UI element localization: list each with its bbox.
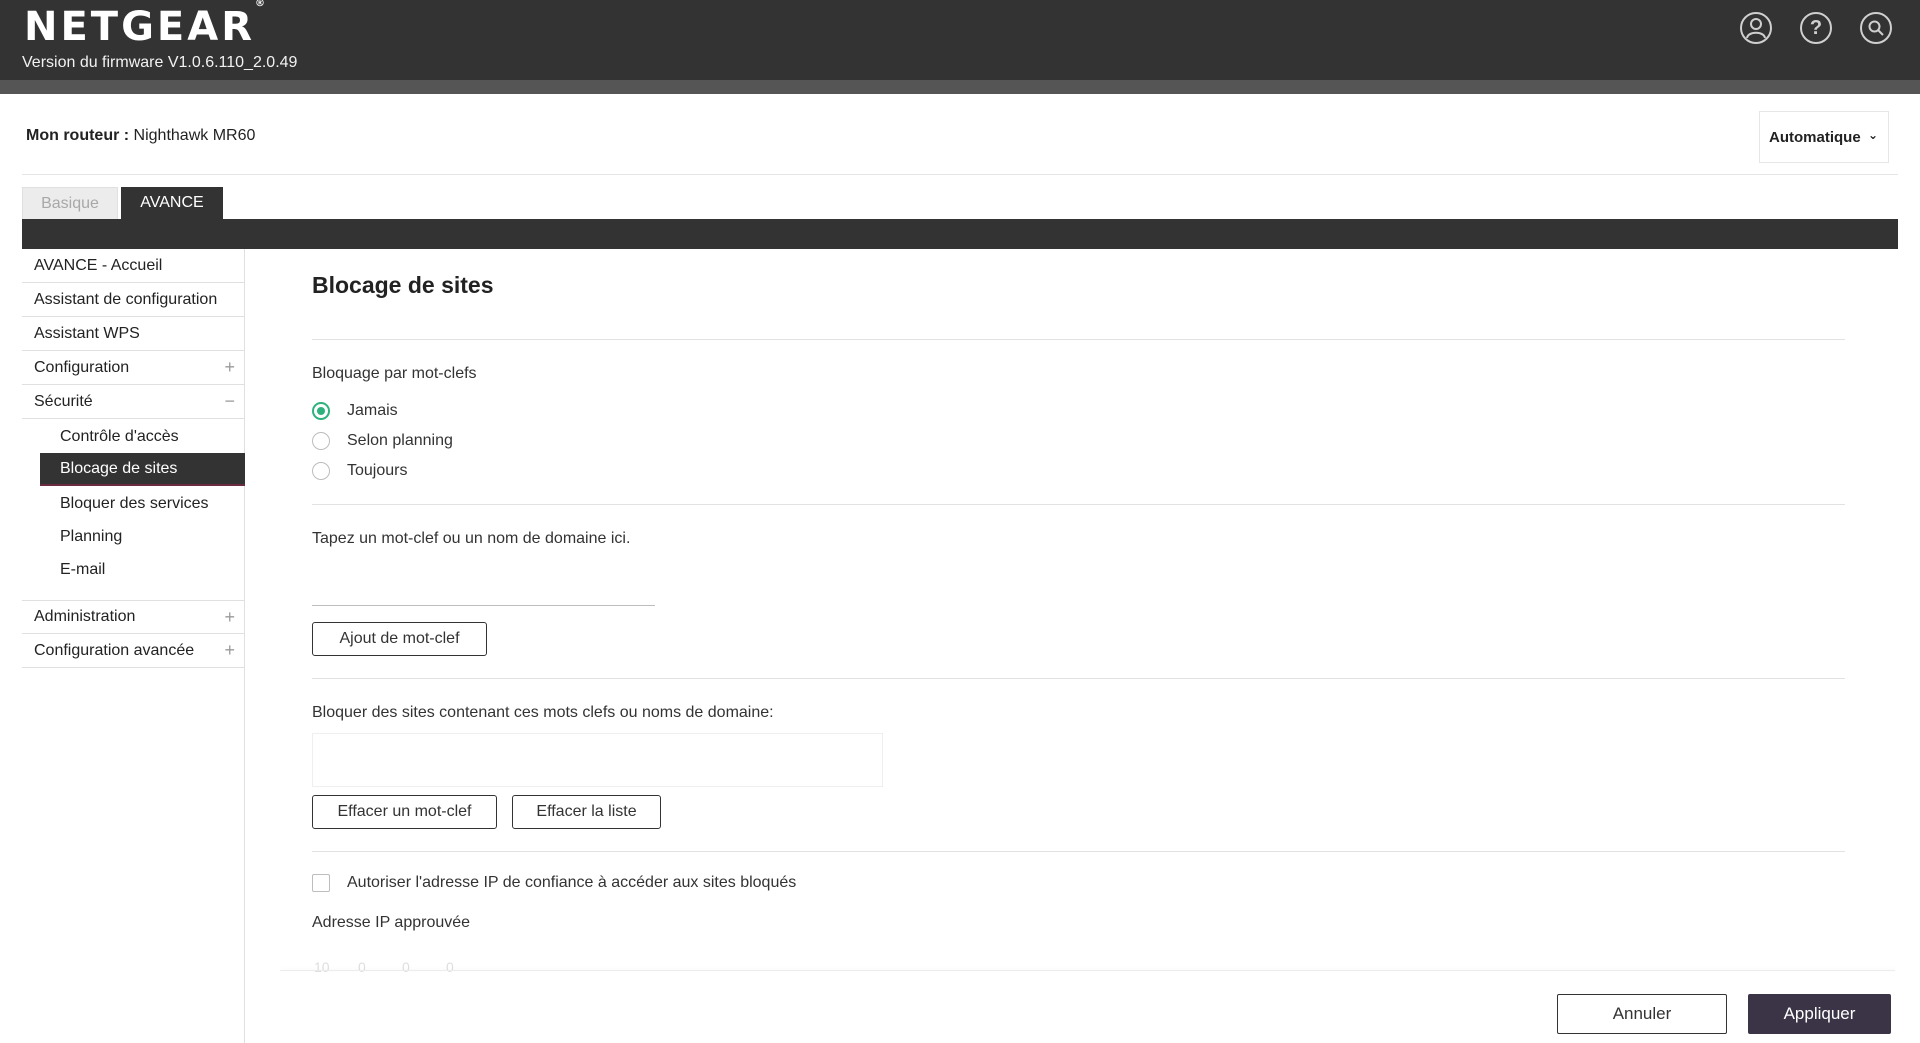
divider bbox=[312, 678, 1845, 679]
sidebar-item-avance-accueil[interactable]: AVANCE - Accueil bbox=[22, 249, 245, 283]
router-label: Mon routeur : bbox=[26, 127, 130, 144]
language-selected: Automatique bbox=[1769, 128, 1861, 146]
clear-list-button[interactable]: Effacer la liste bbox=[512, 795, 661, 829]
sidebar-subitem-planning[interactable]: Planning bbox=[40, 520, 245, 553]
tab-avance[interactable]: AVANCE bbox=[121, 187, 223, 219]
expand-icon[interactable]: + bbox=[224, 640, 235, 661]
sidebar-item-label: Configuration bbox=[34, 358, 130, 376]
footer-divider bbox=[280, 970, 1895, 971]
sidebar-item-label: Administration bbox=[34, 608, 136, 625]
add-keyword-button[interactable]: Ajout de mot-clef bbox=[312, 622, 487, 656]
radio-button-checked[interactable] bbox=[312, 402, 330, 420]
sidebar-subitem-controle-acces[interactable]: Contrôle d'accès bbox=[40, 420, 245, 453]
sidebar-subitem-bloquer-services[interactable]: Bloquer des services bbox=[40, 487, 245, 520]
ip-octet-3[interactable] bbox=[402, 959, 420, 975]
sidebar-item-configuration-avancee[interactable]: Configuration avancée + bbox=[22, 634, 245, 668]
divider bbox=[312, 851, 1845, 852]
radio-label: Selon planning bbox=[347, 432, 453, 449]
sidebar-item-label: Assistant de configuration bbox=[34, 290, 218, 308]
firmware-version: Version du firmware V1.0.6.110_2.0.49 bbox=[22, 54, 298, 71]
sidebar-item-label: Planning bbox=[60, 527, 123, 545]
sidebar-item-label: E-mail bbox=[60, 560, 106, 578]
keyword-prompt: Tapez un mot-clef ou un nom de domaine i… bbox=[312, 530, 631, 547]
radio-label: Jamais bbox=[347, 402, 398, 419]
sidebar-item-label: Blocage de sites bbox=[60, 459, 178, 477]
sidebar-item-securite[interactable]: Sécurité − bbox=[22, 385, 245, 419]
blocked-keywords-list[interactable] bbox=[312, 733, 883, 787]
expand-icon[interactable]: + bbox=[224, 357, 235, 378]
language-select[interactable]: Automatique ⌄ bbox=[1759, 111, 1889, 163]
sidebar-item-configuration[interactable]: Configuration + bbox=[22, 351, 245, 385]
tab-bar bbox=[22, 219, 1898, 249]
magnifier-glyph bbox=[1868, 20, 1884, 36]
delete-keyword-button[interactable]: Effacer un mot-clef bbox=[312, 795, 497, 829]
help-icon[interactable]: ? bbox=[1800, 12, 1832, 44]
expand-icon[interactable]: + bbox=[224, 607, 235, 628]
tab-basique[interactable]: Basique bbox=[22, 187, 118, 219]
radio-jamais[interactable]: Jamais bbox=[312, 400, 398, 422]
keyword-input[interactable] bbox=[312, 576, 655, 606]
top-header: NETGEAR® Version du firmware V1.0.6.110_… bbox=[0, 0, 1920, 80]
radio-button[interactable] bbox=[312, 432, 330, 450]
keyword-blocking-label: Bloquage par mot-clefs bbox=[312, 365, 477, 382]
sidebar-item-assistant-wps[interactable]: Assistant WPS bbox=[22, 317, 245, 351]
trusted-ip-checkbox[interactable] bbox=[312, 874, 330, 892]
approved-ip-label: Adresse IP approuvée bbox=[312, 914, 471, 931]
router-info: Mon routeur : Nighthawk MR60 bbox=[26, 127, 255, 145]
sidebar-subitem-blocage-sites[interactable]: Blocage de sites bbox=[40, 453, 245, 486]
trusted-ip-option[interactable]: Autoriser l'adresse IP de confiance à ac… bbox=[312, 874, 796, 892]
radio-button[interactable] bbox=[312, 462, 330, 480]
sidebar: AVANCE - Accueil Assistant de configurat… bbox=[22, 249, 245, 1043]
sidebar-item-label: Contrôle d'accès bbox=[60, 427, 179, 445]
sidebar-item-label: Sécurité bbox=[34, 392, 93, 410]
sidebar-item-administration[interactable]: Administration + bbox=[22, 600, 245, 634]
header-strip bbox=[0, 80, 1920, 94]
router-model: Nighthawk MR60 bbox=[133, 127, 256, 144]
user-glyph bbox=[1746, 18, 1766, 39]
user-account-icon[interactable] bbox=[1740, 12, 1772, 44]
divider bbox=[312, 339, 1845, 340]
ip-octet-4[interactable] bbox=[446, 959, 464, 975]
chevron-down-icon: ⌄ bbox=[1867, 128, 1878, 142]
sidebar-item-label: Bloquer des services bbox=[60, 494, 209, 512]
page-title: Blocage de sites bbox=[312, 272, 494, 298]
blocked-list-label: Bloquer des sites contenant ces mots cle… bbox=[312, 704, 774, 721]
sidebar-item-assistant-configuration[interactable]: Assistant de configuration bbox=[22, 283, 245, 317]
netgear-logo: NETGEAR® bbox=[24, 0, 265, 50]
divider bbox=[312, 504, 1845, 505]
radio-label: Toujours bbox=[347, 462, 408, 479]
sidebar-item-label: Configuration avancée bbox=[34, 641, 195, 659]
radio-toujours[interactable]: Toujours bbox=[312, 460, 407, 482]
sidebar-item-label: AVANCE - Accueil bbox=[34, 256, 163, 274]
divider bbox=[22, 174, 1898, 175]
radio-selon-planning[interactable]: Selon planning bbox=[312, 430, 453, 452]
ip-octet-1[interactable] bbox=[314, 959, 332, 975]
apply-button[interactable]: Appliquer bbox=[1748, 994, 1891, 1034]
checkbox-label: Autoriser l'adresse IP de confiance à ac… bbox=[347, 874, 797, 891]
search-icon[interactable] bbox=[1860, 12, 1892, 44]
collapse-icon[interactable]: − bbox=[224, 391, 235, 412]
sidebar-item-label: Assistant WPS bbox=[34, 324, 140, 342]
sidebar-subitem-email[interactable]: E-mail bbox=[40, 553, 245, 586]
cancel-button[interactable]: Annuler bbox=[1557, 994, 1727, 1034]
ip-octet-2[interactable] bbox=[358, 959, 376, 975]
approved-ip-fields bbox=[314, 959, 464, 975]
